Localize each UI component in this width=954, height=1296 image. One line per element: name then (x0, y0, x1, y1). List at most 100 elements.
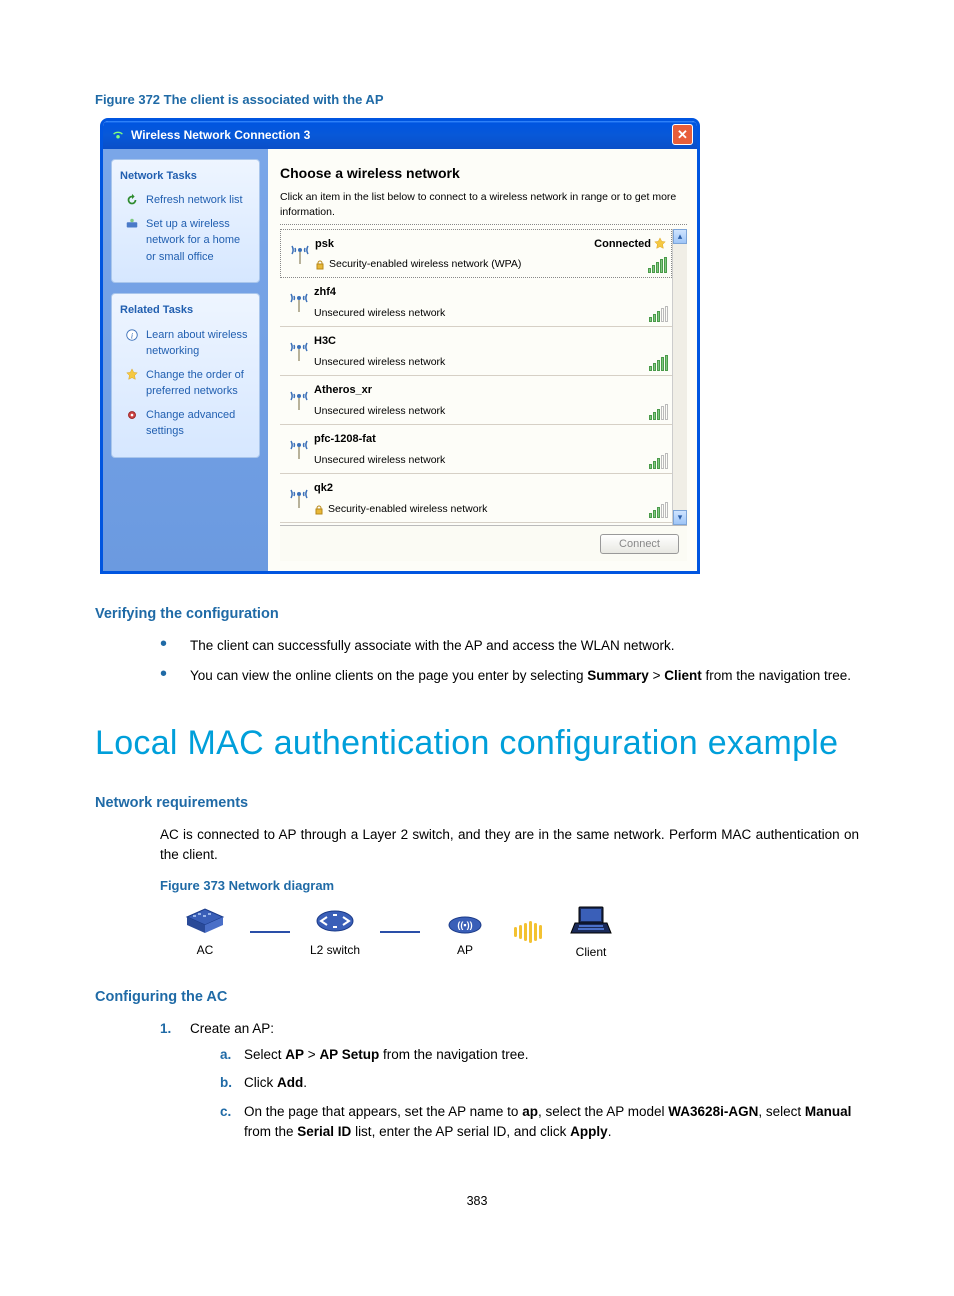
ssid-label: Atheros_xr (314, 382, 578, 399)
label-ap: AP (457, 941, 473, 959)
device-client: Client (546, 903, 636, 961)
signal-strength-icon (649, 404, 668, 420)
connection-line (380, 931, 420, 933)
network-right: Connected (577, 236, 667, 273)
network-info: H3C Unsecured wireless network (314, 333, 578, 371)
security-label: Unsecured wireless network (314, 355, 578, 371)
h1-local-mac: Local MAC authentication configuration e… (95, 718, 859, 769)
antenna-icon (284, 431, 314, 469)
window-footer: Connect (280, 525, 687, 561)
task-label: Change the order of preferred networks (146, 367, 251, 400)
setup-wireless-network[interactable]: Set up a wireless network for a home or … (124, 216, 251, 266)
figure-373-caption: Figure 373 Network diagram (95, 876, 859, 896)
task-label: Learn about wireless networking (146, 327, 251, 360)
substeps: Select AP > AP Setup from the navigation… (190, 1045, 859, 1150)
network-info: pskSecurity-enabled wireless network (WP… (315, 236, 577, 273)
refresh-icon (124, 192, 140, 208)
ssid-label: psk (315, 236, 577, 253)
lock-icon (315, 260, 325, 270)
network-row[interactable]: qk2 Security-enabled wireless network (280, 474, 672, 523)
network-row[interactable]: zhf4 Unsecured wireless network (280, 278, 672, 327)
svg-text:((▪)): ((▪)) (457, 920, 472, 930)
task-label: Refresh network list (146, 192, 243, 209)
network-info: qk2 Security-enabled wireless network (314, 480, 578, 518)
substep-c: On the page that appears, set the AP nam… (220, 1102, 859, 1151)
network-row[interactable]: Atheros_xrUnsecured wireless network (280, 376, 672, 425)
network-right (578, 284, 668, 322)
connection-line (250, 931, 290, 933)
scroll-down[interactable]: ▾ (673, 510, 687, 525)
signal-strength-icon (649, 306, 668, 322)
signal-strength-icon (649, 453, 668, 469)
network-row[interactable]: pfc-1208-fat Unsecured wireless network (280, 425, 672, 474)
ssid-label: H3C (314, 333, 578, 350)
verify-bullets: The client can successfully associate wi… (95, 636, 859, 697)
signal-strength-icon (649, 502, 668, 518)
ssid-label: zhf4 (314, 284, 578, 301)
signal-strength-icon (649, 355, 668, 371)
antenna-icon (284, 382, 314, 420)
star-icon (653, 237, 667, 251)
ssid-label: qk2 (314, 480, 578, 497)
network-info: zhf4 Unsecured wireless network (314, 284, 578, 322)
substep-b: Click Add. (220, 1073, 859, 1101)
heading-verifying: Verifying the configuration (95, 604, 859, 626)
change-order-preferred[interactable]: Change the order of preferred networks (124, 367, 251, 400)
network-right (578, 480, 668, 518)
label-l2: L2 switch (310, 941, 360, 959)
info-icon: i (124, 327, 140, 343)
signal-strength-icon (648, 257, 667, 273)
network-tasks-panel: Network Tasks Refresh network list Set u… (111, 159, 260, 284)
network-req-text: AC is connected to AP through a Layer 2 … (95, 825, 859, 866)
task-label: Set up a wireless network for a home or … (146, 216, 251, 266)
scroll-up[interactable]: ▴ (673, 229, 687, 244)
label-client: Client (576, 943, 607, 961)
antenna-icon (284, 333, 314, 371)
window-titlebar: Wireless Network Connection 3 ✕ (103, 121, 697, 149)
substep-a: Select AP > AP Setup from the navigation… (220, 1045, 859, 1073)
window-title: Wireless Network Connection 3 (131, 126, 672, 144)
bullet-item: The client can successfully associate wi… (160, 636, 859, 666)
network-info: pfc-1208-fat Unsecured wireless network (314, 431, 578, 469)
security-label: Unsecured wireless network (314, 306, 578, 322)
network-right (578, 431, 668, 469)
network-right (578, 382, 668, 420)
change-advanced-settings[interactable]: Change advanced settings (124, 407, 251, 440)
label-ac: AC (197, 941, 214, 959)
scrollbar[interactable]: ▴ ▾ (672, 229, 687, 525)
heading-configuring-ac: Configuring the AC (95, 987, 859, 1009)
network-tasks-title: Network Tasks (120, 168, 251, 185)
related-tasks-title: Related Tasks (120, 302, 251, 319)
network-row[interactable]: pskSecurity-enabled wireless network (WP… (280, 229, 672, 278)
lock-icon (314, 505, 324, 515)
related-tasks-panel: Related Tasks i Learn about wireless net… (111, 293, 260, 458)
device-ac: AC (160, 905, 250, 959)
bullet-item: You can view the online clients on the p… (160, 666, 859, 696)
star-icon (124, 367, 140, 383)
setup-icon (124, 216, 140, 232)
close-button[interactable]: ✕ (672, 124, 693, 145)
figure-372-caption: Figure 372 The client is associated with… (95, 90, 859, 110)
ssid-label: pfc-1208-fat (314, 431, 578, 448)
main-panel: Choose a wireless network Click an item … (268, 149, 697, 572)
wireless-icon (111, 128, 125, 142)
security-label: Unsecured wireless network (314, 453, 578, 469)
sidebar: Network Tasks Refresh network list Set u… (103, 149, 268, 572)
network-diagram: AC L2 switch ((▪)) AP Client (95, 903, 859, 961)
task-label: Change advanced settings (146, 407, 251, 440)
device-ap: ((▪)) AP (420, 905, 510, 959)
nav-summary: Summary (587, 668, 649, 683)
wireless-waves-icon (514, 921, 542, 943)
choose-network-sub: Click an item in the list below to conne… (280, 190, 687, 226)
choose-network-heading: Choose a wireless network (280, 163, 687, 184)
connect-button[interactable]: Connect (600, 534, 679, 554)
wireless-window: Wireless Network Connection 3 ✕ Network … (100, 118, 700, 575)
step-1: Create an AP: Select AP > AP Setup from … (160, 1019, 859, 1164)
security-label: Security-enabled wireless network (314, 502, 578, 518)
learn-about-wireless[interactable]: i Learn about wireless networking (124, 327, 251, 360)
page-number: 383 (95, 1192, 859, 1211)
heading-network-req: Network requirements (95, 793, 859, 815)
refresh-network-list[interactable]: Refresh network list (124, 192, 251, 209)
network-row[interactable]: H3C Unsecured wireless network (280, 327, 672, 376)
antenna-icon (285, 236, 315, 273)
